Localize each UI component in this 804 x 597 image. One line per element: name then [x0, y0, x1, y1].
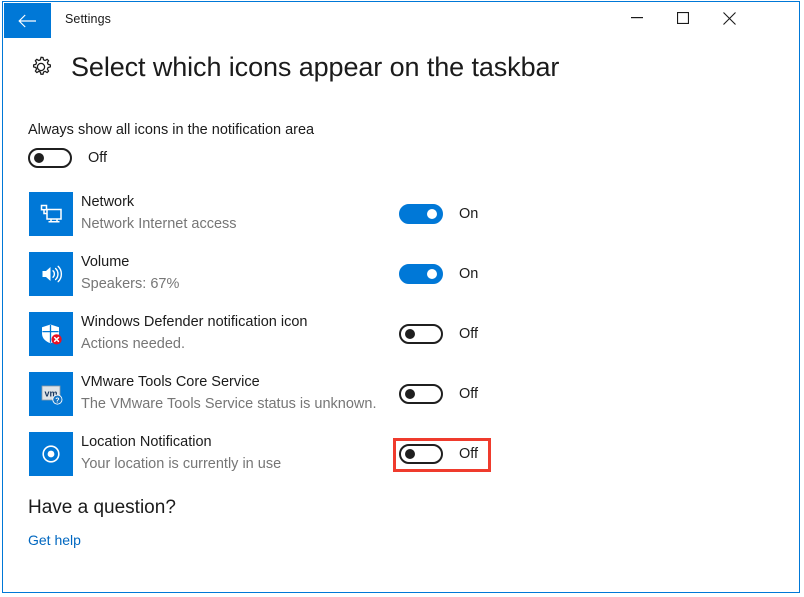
- list-item[interactable]: Network Network Internet access On: [3, 184, 799, 244]
- toggle-knob: [427, 269, 437, 279]
- list-item-subtitle: Actions needed.: [81, 336, 185, 352]
- toggle-knob: [427, 209, 437, 219]
- list-item-subtitle: The VMware Tools Service status is unkno…: [81, 396, 377, 412]
- list-item-text: Volume Speakers: 67%: [81, 253, 179, 294]
- list-item-toggle-group: Off: [399, 444, 478, 464]
- defender-shield-icon: [29, 312, 73, 356]
- list-item-subtitle: Your location is currently in use: [81, 456, 282, 472]
- always-show-toggle-state: Off: [88, 150, 108, 166]
- back-button[interactable]: [4, 3, 51, 38]
- list-item-toggle-group: On: [399, 264, 478, 284]
- list-item-title: Windows Defender notification icon: [81, 314, 308, 330]
- network-monitor-icon: [29, 192, 73, 236]
- list-item[interactable]: Volume Speakers: 67% On: [3, 244, 799, 304]
- close-button[interactable]: [706, 3, 752, 33]
- footer-heading: Have a question?: [28, 497, 176, 518]
- list-item-text: Windows Defender notification icon Actio…: [81, 313, 307, 354]
- toggle-knob: [405, 449, 415, 459]
- toggle-knob: [405, 389, 415, 399]
- list-item-text: Network Network Internet access: [81, 193, 237, 234]
- toggle-knob: [34, 153, 44, 163]
- list-item-toggle-group: Off: [399, 324, 478, 344]
- title-bar: Settings: [3, 2, 799, 39]
- maximize-icon: [677, 12, 689, 24]
- svg-text:?: ?: [55, 398, 59, 405]
- volume-toggle[interactable]: [399, 264, 443, 284]
- toggle-knob: [405, 329, 415, 339]
- vmware-toggle[interactable]: [399, 384, 443, 404]
- volume-speaker-icon: [29, 252, 73, 296]
- list-item-title: Volume: [81, 254, 130, 270]
- page-header: Select which icons appear on the taskbar: [27, 52, 559, 82]
- page-title: Select which icons appear on the taskbar: [71, 52, 560, 82]
- network-toggle[interactable]: [399, 204, 443, 224]
- window-title: Settings: [65, 12, 111, 26]
- gear-icon: [27, 53, 55, 81]
- list-item-text: Location Notification Your location is c…: [81, 433, 281, 474]
- list-item-toggle-group: Off: [399, 384, 478, 404]
- list-item-subtitle: Speakers: 67%: [81, 276, 180, 292]
- location-toggle[interactable]: [399, 444, 443, 464]
- always-show-toggle[interactable]: [28, 148, 72, 168]
- list-item-text: VMware Tools Core Service The VMware Too…: [81, 373, 377, 414]
- defender-toggle-state: Off: [459, 326, 479, 342]
- list-item-title: Network: [81, 194, 135, 210]
- minimize-button[interactable]: [614, 3, 660, 33]
- always-show-label: Always show all icons in the notificatio…: [28, 122, 315, 138]
- network-toggle-state: On: [459, 206, 479, 222]
- defender-toggle[interactable]: [399, 324, 443, 344]
- close-icon: [722, 11, 736, 25]
- list-item-subtitle: Network Internet access: [81, 216, 237, 232]
- list-item-toggle-group: On: [399, 204, 478, 224]
- notification-icons-list: Network Network Internet access On Volum…: [3, 184, 799, 484]
- settings-window: Settings Select which icons appear on th…: [2, 1, 800, 593]
- minimize-icon: [631, 17, 643, 19]
- list-item-title: VMware Tools Core Service: [81, 374, 260, 390]
- list-item[interactable]: vm ? VMware Tools Core Service The VMwar…: [3, 364, 799, 424]
- location-target-icon: [29, 432, 73, 476]
- back-arrow-icon: [18, 14, 37, 28]
- vmware-toggle-state: Off: [459, 386, 479, 402]
- maximize-button[interactable]: [660, 3, 706, 33]
- location-toggle-state: Off: [459, 446, 479, 462]
- always-show-toggle-group: Off: [28, 148, 107, 168]
- vmware-tools-icon: vm ?: [29, 372, 73, 416]
- list-item-title: Location Notification: [81, 434, 212, 450]
- get-help-link[interactable]: Get help: [28, 532, 81, 548]
- list-item[interactable]: Location Notification Your location is c…: [3, 424, 799, 484]
- volume-toggle-state: On: [459, 266, 479, 282]
- list-item[interactable]: Windows Defender notification icon Actio…: [3, 304, 799, 364]
